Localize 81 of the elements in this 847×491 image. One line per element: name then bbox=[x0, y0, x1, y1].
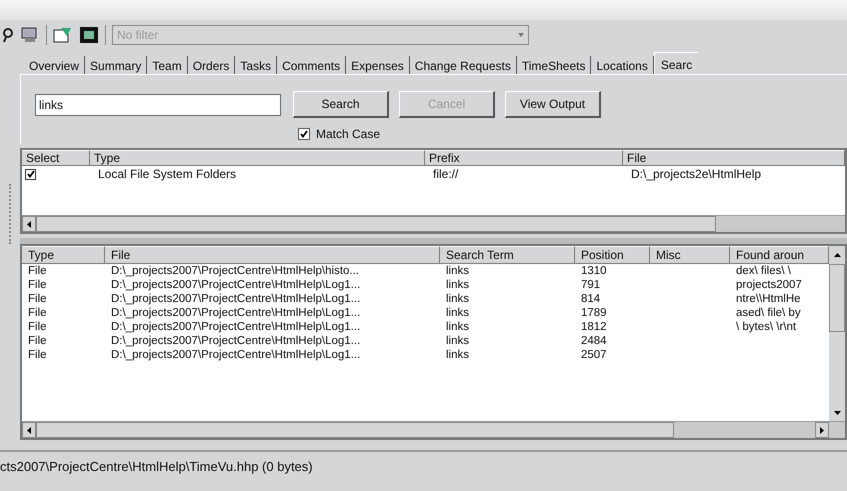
tab[interactable]: Change Requests bbox=[410, 56, 517, 74]
table-cell-text: Local File System Folders bbox=[97, 166, 238, 183]
table-cell-text: links bbox=[445, 334, 470, 348]
button[interactable]: View Output bbox=[505, 91, 601, 118]
table-cell-text: D:\_projects2007\ProjectCentre\HtmlHelp\Log1... bbox=[110, 278, 362, 292]
table-cell-text: D:\_projects2007\ProjectCentre\HtmlHelp\Log1... bbox=[110, 320, 362, 334]
table-cell-text: links bbox=[445, 278, 470, 292]
table-cell-text: File bbox=[27, 292, 48, 306]
checkmark-icon bbox=[300, 130, 308, 138]
tab[interactable]: Overview bbox=[24, 56, 86, 74]
column-header[interactable]: File bbox=[623, 150, 845, 166]
table-cell-text: File bbox=[27, 334, 48, 348]
table-cell-text: 1789 bbox=[580, 306, 608, 320]
tab[interactable]: Searc bbox=[654, 52, 698, 74]
column-header[interactable]: Select bbox=[22, 150, 90, 166]
tab[interactable]: TimeSheets bbox=[516, 56, 592, 74]
table-cell-text: ntre\\HtmlHe bbox=[735, 292, 802, 306]
column-header[interactable]: Search Term bbox=[440, 246, 575, 264]
tab[interactable]: Team bbox=[147, 56, 188, 74]
column-header[interactable]: Type bbox=[90, 150, 425, 166]
right-arrow-icon bbox=[820, 426, 824, 434]
scrollbar-thumb[interactable] bbox=[36, 216, 716, 232]
table-cell-text: D:\_projects2007\ProjectCentre\HtmlHelp\Log1... bbox=[110, 334, 362, 348]
table-cell-text: D:\_projects2007\ProjectCentre\HtmlHelp\histo... bbox=[110, 264, 360, 278]
table-cell-text: dex\ files\ \ bbox=[735, 264, 792, 278]
table-cell-text: 791 bbox=[580, 278, 602, 292]
table-cell-text: File bbox=[27, 264, 48, 278]
tab[interactable]: Comments bbox=[277, 56, 346, 74]
table-cell-text: D:\_projects2007\ProjectCentre\HtmlHelp\Log1... bbox=[110, 306, 362, 320]
dropdown-arrow-icon[interactable] bbox=[518, 33, 524, 37]
checkmark-icon bbox=[26, 170, 34, 178]
table-cell-text: D:\_projects2007\ProjectCentre\HtmlHelp\Log1... bbox=[110, 292, 362, 306]
column-header[interactable]: Prefix bbox=[425, 150, 623, 166]
tab[interactable]: Tasks bbox=[235, 56, 278, 74]
table-cell-text: D:\_projects2e\HtmlHelp bbox=[630, 166, 762, 183]
table-cell-text: links bbox=[445, 264, 470, 278]
tab[interactable]: Summary bbox=[85, 56, 148, 74]
table-cell-text: \ bytes\ \r\nt bbox=[735, 320, 798, 334]
scrollbar-thumb[interactable] bbox=[36, 422, 674, 438]
left-arrow-icon bbox=[27, 220, 31, 228]
button[interactable]: Search bbox=[293, 91, 389, 118]
table-cell-text: links bbox=[445, 306, 470, 320]
column-header[interactable]: File bbox=[105, 246, 440, 264]
table-cell-text: D:\_projects2007\ProjectCentre\HtmlHelp\Log1... bbox=[110, 348, 362, 362]
column-header[interactable]: Found aroun bbox=[730, 246, 829, 264]
table-cell-text: File bbox=[27, 306, 48, 320]
checkbox[interactable] bbox=[298, 128, 310, 140]
window-icon[interactable] bbox=[53, 26, 73, 44]
table-cell-text: file:// bbox=[432, 166, 460, 183]
column-header[interactable]: Position bbox=[575, 246, 650, 264]
tab[interactable]: Orders bbox=[188, 56, 236, 74]
status-text: cts2007\ProjectCentre\HtmlHelp\TimeVu.hhp (0 bytes) bbox=[0, 458, 313, 476]
up-arrow-icon bbox=[834, 253, 840, 257]
column-header[interactable]: Misc bbox=[650, 246, 730, 264]
table-cell-text: File bbox=[27, 320, 48, 334]
scroll-right-button[interactable] bbox=[815, 422, 829, 438]
scrollbar-thumb[interactable] bbox=[829, 264, 845, 332]
search-field[interactable]: links bbox=[35, 94, 281, 116]
checkbox-label: Match Case bbox=[316, 126, 380, 143]
table-cell-text: File bbox=[27, 348, 48, 362]
tab[interactable]: Expenses bbox=[346, 56, 410, 74]
table-cell-text: links bbox=[445, 292, 470, 306]
table-cell-text: ased\ file\ by bbox=[735, 306, 802, 320]
table-cell-text: 1812 bbox=[580, 320, 608, 334]
table-cell-text: 2484 bbox=[580, 334, 608, 348]
table-cell-text: 814 bbox=[580, 292, 602, 306]
table-cell-text: 2507 bbox=[580, 348, 608, 362]
dark-window-icon[interactable] bbox=[79, 26, 99, 44]
scroll-left-button[interactable] bbox=[22, 216, 36, 232]
checkbox[interactable] bbox=[25, 168, 36, 180]
table-cell-text: File bbox=[27, 278, 48, 292]
column-header[interactable]: Type bbox=[22, 246, 105, 264]
table-cell-text: 1310 bbox=[580, 264, 608, 278]
down-arrow-icon bbox=[834, 411, 840, 415]
splitter-handle[interactable] bbox=[9, 184, 11, 244]
left-arrow-icon bbox=[27, 426, 31, 434]
table-cell-text: links bbox=[445, 348, 470, 362]
table-cell-text: links bbox=[445, 320, 470, 334]
magnifier-icon[interactable] bbox=[2, 27, 14, 43]
scroll-left-button[interactable] bbox=[22, 422, 36, 438]
table-cell-text: projects2007 bbox=[735, 278, 803, 292]
